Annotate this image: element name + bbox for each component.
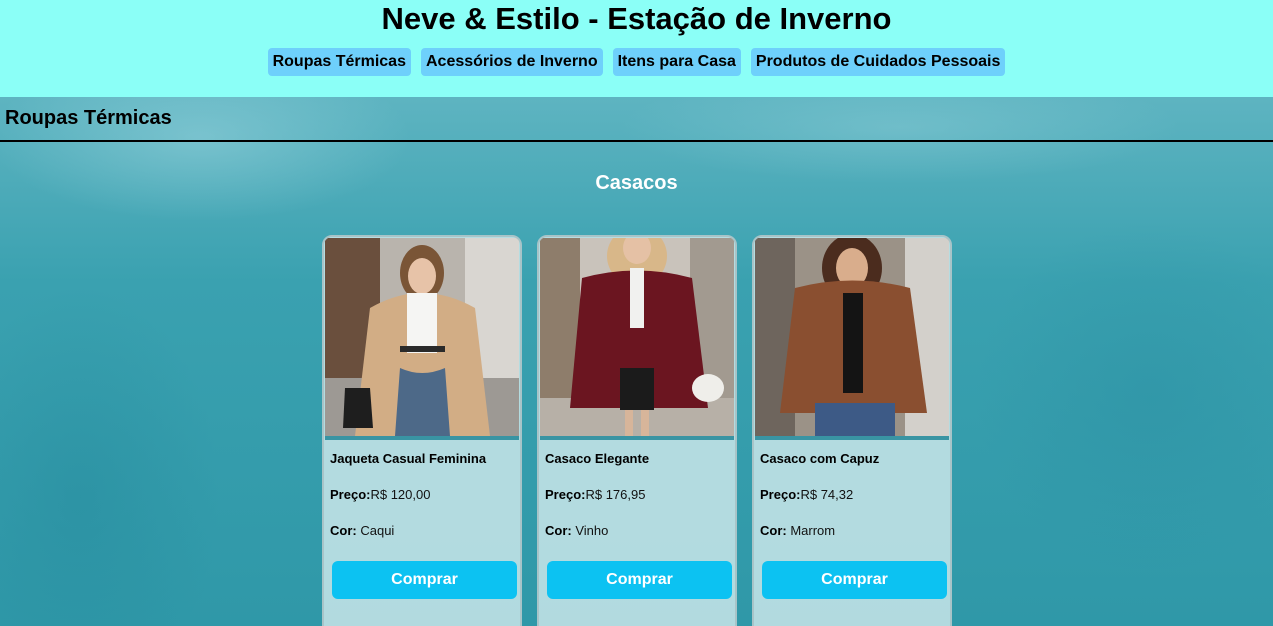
product-name: Casaco com Capuz bbox=[760, 451, 880, 466]
color-value: Vinho bbox=[575, 523, 609, 538]
product-name: Jaqueta Casual Feminina bbox=[330, 451, 487, 466]
color-label: Cor: bbox=[545, 523, 572, 538]
buy-button[interactable]: Comprar bbox=[547, 561, 732, 599]
product-image bbox=[540, 238, 734, 440]
product-image bbox=[325, 238, 519, 440]
product-color: Cor: Caqui bbox=[330, 523, 394, 538]
price-value: R$ 176,95 bbox=[585, 487, 646, 502]
section-header: Roupas Térmicas bbox=[0, 97, 1273, 142]
price-label: Preço: bbox=[330, 487, 371, 502]
color-label: Cor: bbox=[760, 523, 787, 538]
product-price: Preço:R$ 74,32 bbox=[760, 487, 853, 502]
product-color: Cor: Marrom bbox=[760, 523, 835, 538]
category-title: Casacos bbox=[595, 172, 678, 194]
nav-acessorios-inverno[interactable]: Acessórios de Inverno bbox=[420, 48, 603, 76]
product-color: Cor: Vinho bbox=[545, 523, 608, 538]
price-value: R$ 74,32 bbox=[800, 487, 854, 502]
product-card: Casaco com Capuz Preço:R$ 74,32 Cor: Mar… bbox=[752, 235, 952, 626]
nav-roupas-termicas[interactable]: Roupas Térmicas bbox=[267, 48, 411, 76]
price-value: R$ 120,00 bbox=[370, 487, 431, 502]
buy-button[interactable]: Comprar bbox=[332, 561, 517, 599]
color-value: Marrom bbox=[790, 523, 836, 538]
product-name: Casaco Elegante bbox=[545, 451, 650, 466]
product-card: Jaqueta Casual Feminina Preço:R$ 120,00 … bbox=[322, 235, 522, 626]
nav-itens-casa[interactable]: Itens para Casa bbox=[612, 48, 741, 76]
product-image bbox=[755, 238, 949, 440]
site-header: Neve & Estilo - Estação de Inverno Roupa… bbox=[0, 0, 1273, 97]
price-label: Preço: bbox=[545, 487, 586, 502]
product-price: Preço:R$ 120,00 bbox=[330, 487, 430, 502]
section-title: Roupas Térmicas bbox=[5, 107, 172, 129]
buy-button[interactable]: Comprar bbox=[762, 561, 947, 599]
price-label: Preço: bbox=[760, 487, 801, 502]
product-price: Preço:R$ 176,95 bbox=[545, 487, 645, 502]
product-grid: Jaqueta Casual Feminina Preço:R$ 120,00 … bbox=[322, 235, 952, 626]
color-value: Caqui bbox=[360, 523, 395, 538]
product-card: Casaco Elegante Preço:R$ 176,95 Cor: Vin… bbox=[537, 235, 737, 626]
site-title: Neve & Estilo - Estação de Inverno bbox=[381, 1, 892, 36]
color-label: Cor: bbox=[330, 523, 357, 538]
main-nav: Roupas Térmicas Acessórios de Inverno It… bbox=[0, 48, 1273, 76]
nav-cuidados-pessoais[interactable]: Produtos de Cuidados Pessoais bbox=[750, 48, 1006, 76]
